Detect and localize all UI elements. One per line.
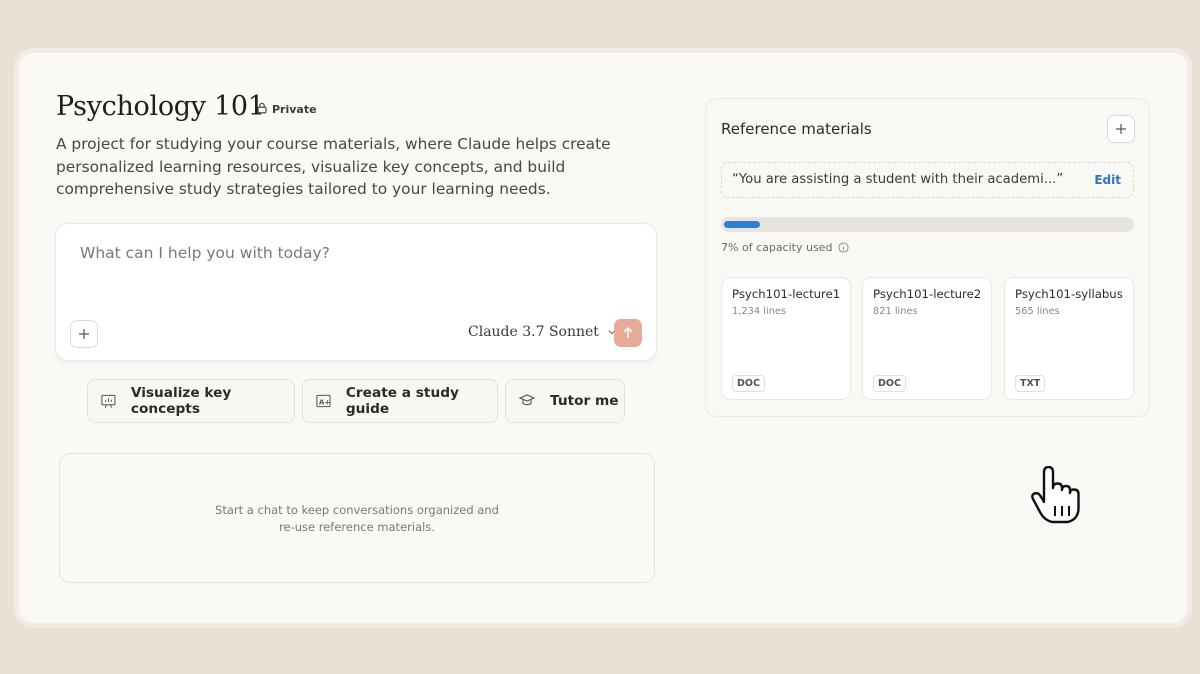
project-instructions[interactable]: “You are assisting a student with their …: [721, 162, 1134, 198]
instructions-preview: “You are assisting a student with their …: [732, 172, 1064, 187]
capacity-status: 7% of capacity used: [721, 241, 849, 254]
file-line-count: 821 lines: [873, 306, 918, 317]
grade-a-plus-icon: A+: [316, 394, 331, 408]
hand-pointer-cursor-icon: [1030, 465, 1084, 530]
file-type-badge: DOC: [873, 375, 906, 392]
attach-button[interactable]: [70, 320, 98, 348]
conversations-empty-state: Start a chat to keep conversations organ…: [59, 453, 655, 583]
svg-text:A+: A+: [319, 397, 330, 406]
file-name: Psych101-lecture1: [732, 287, 841, 301]
add-reference-button[interactable]: [1107, 115, 1135, 143]
presentation-chart-icon: [101, 394, 116, 408]
edit-instructions-link[interactable]: Edit: [1094, 173, 1121, 187]
file-line-count: 565 lines: [1015, 306, 1060, 317]
file-name: Psych101-syllabus: [1015, 287, 1123, 301]
project-window: Psychology 101 Private A project for stu…: [19, 53, 1187, 623]
reference-materials-panel: Reference materials “You are assisting a…: [705, 98, 1150, 417]
visualize-key-concepts-button[interactable]: Visualize key concepts: [87, 379, 295, 423]
plus-icon: [79, 329, 89, 339]
project-title: Psychology 101: [56, 91, 265, 122]
file-card[interactable]: Psych101-lecture1 1,234 lines DOC: [721, 277, 851, 400]
project-description: A project for studying your course mater…: [56, 135, 611, 198]
empty-state-line: Start a chat to keep conversations organ…: [215, 503, 499, 517]
graduation-cap-icon: [518, 394, 536, 406]
arrow-up-icon: [623, 326, 633, 338]
chat-composer[interactable]: What can I help you with today? Claude 3…: [55, 223, 657, 361]
file-name: Psych101-lecture2: [873, 287, 982, 301]
plus-icon: [1116, 124, 1126, 134]
empty-state-line: re-use reference materials.: [279, 520, 435, 534]
capacity-text: 7% of capacity used: [721, 241, 833, 254]
model-name: Claude 3.7 Sonnet: [468, 324, 599, 340]
capacity-bar-fill: [724, 221, 760, 228]
capacity-bar: [721, 217, 1134, 232]
file-type-badge: TXT: [1015, 375, 1046, 392]
create-study-guide-button[interactable]: A+ Create a study guide: [302, 379, 498, 423]
file-card[interactable]: Psych101-syllabus 565 lines TXT: [1004, 277, 1134, 400]
file-type-badge: DOC: [732, 375, 765, 392]
visibility-badge[interactable]: Private: [256, 102, 317, 117]
message-input[interactable]: What can I help you with today?: [80, 244, 330, 262]
info-icon[interactable]: [838, 242, 849, 253]
file-line-count: 1,234 lines: [732, 306, 786, 317]
lock-icon: [256, 102, 268, 117]
model-selector[interactable]: Claude 3.7 Sonnet: [468, 324, 617, 340]
send-button[interactable]: [614, 319, 642, 347]
tutor-me-button[interactable]: Tutor me: [505, 379, 625, 423]
reference-title: Reference materials: [721, 120, 872, 138]
suggestion-label: Tutor me: [550, 393, 619, 409]
visibility-label: Private: [272, 103, 317, 116]
file-card[interactable]: Psych101-lecture2 821 lines DOC: [862, 277, 992, 400]
suggestion-label: Create a study guide: [345, 385, 459, 417]
suggestion-label: Visualize key concepts: [130, 385, 232, 417]
